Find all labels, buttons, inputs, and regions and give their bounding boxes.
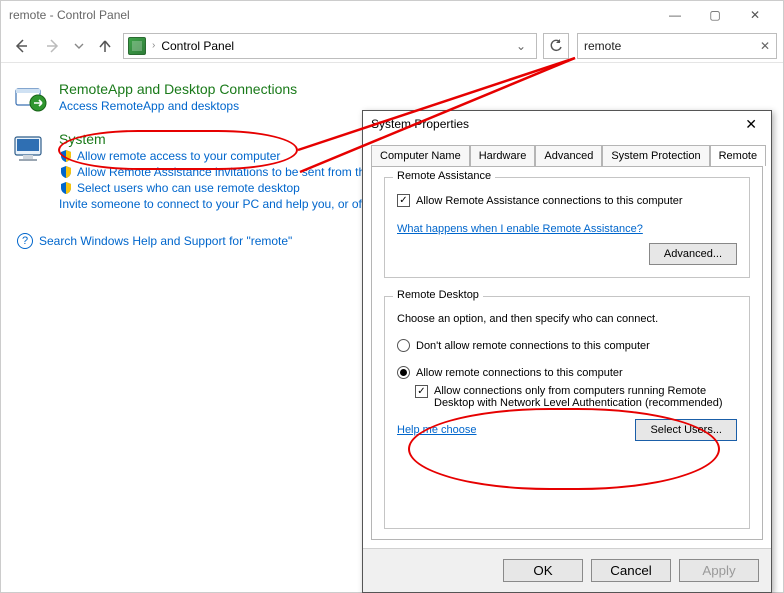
tab-hardware[interactable]: Hardware bbox=[470, 145, 536, 166]
address-dropdown[interactable]: ⌄ bbox=[510, 39, 532, 53]
arrow-right-icon bbox=[45, 38, 61, 54]
refresh-icon bbox=[549, 39, 563, 53]
dialog-close-button[interactable]: ✕ bbox=[739, 114, 763, 135]
radio-dont-allow[interactable] bbox=[397, 339, 410, 352]
ok-button[interactable]: OK bbox=[503, 559, 583, 582]
shield-icon bbox=[59, 149, 73, 163]
tab-computer-name[interactable]: Computer Name bbox=[371, 145, 470, 166]
dialog-titlebar: System Properties ✕ bbox=[363, 111, 771, 137]
cancel-button[interactable]: Cancel bbox=[591, 559, 671, 582]
select-users-button[interactable]: Select Users... bbox=[635, 419, 737, 441]
radio-allow-label: Allow remote connections to this compute… bbox=[416, 367, 623, 379]
link-what-happens[interactable]: What happens when I enable Remote Assist… bbox=[397, 223, 643, 235]
minimize-button[interactable]: — bbox=[655, 3, 695, 27]
tab-advanced[interactable]: Advanced bbox=[535, 145, 602, 166]
window-titlebar: remote - Control Panel — ▢ ✕ bbox=[1, 1, 783, 29]
group-legend: Remote Assistance bbox=[393, 170, 495, 182]
dialog-tabs: Computer Name Hardware Advanced System P… bbox=[363, 137, 771, 166]
shield-icon bbox=[59, 181, 73, 195]
system-icon bbox=[13, 131, 47, 165]
maximize-button[interactable]: ▢ bbox=[695, 3, 735, 27]
arrow-left-icon bbox=[13, 38, 29, 54]
help-hint-text: Search Windows Help and Support for "rem… bbox=[39, 234, 292, 248]
chevron-down-icon bbox=[74, 41, 84, 51]
group-remote-desktop: Remote Desktop Choose an option, and the… bbox=[384, 296, 750, 529]
link-allow-remote[interactable]: Allow remote access to your computer bbox=[77, 149, 280, 163]
tab-system-protection[interactable]: System Protection bbox=[602, 145, 709, 166]
recent-dropdown[interactable] bbox=[71, 33, 87, 59]
chevron-right-icon: › bbox=[152, 40, 155, 51]
checkbox-nla[interactable]: ✓ bbox=[415, 385, 428, 398]
radio-allow[interactable] bbox=[397, 366, 410, 379]
refresh-button[interactable] bbox=[543, 33, 569, 59]
forward-button[interactable] bbox=[39, 33, 67, 59]
up-button[interactable] bbox=[91, 33, 119, 59]
window-title: remote - Control Panel bbox=[9, 8, 130, 22]
rd-instruction: Choose an option, and then specify who c… bbox=[397, 313, 737, 325]
result-sublink[interactable]: Access RemoteApp and desktops bbox=[59, 99, 297, 113]
checkbox-allow-ra[interactable]: ✓ bbox=[397, 194, 410, 207]
group-remote-assistance: Remote Assistance ✓ Allow Remote Assista… bbox=[384, 177, 750, 278]
back-button[interactable] bbox=[7, 33, 35, 59]
advanced-button[interactable]: Advanced... bbox=[649, 243, 737, 265]
checkbox-allow-ra-label: Allow Remote Assistance connections to t… bbox=[416, 195, 683, 207]
address-bar[interactable]: › Control Panel ⌄ bbox=[123, 33, 537, 59]
group-legend: Remote Desktop bbox=[393, 289, 483, 301]
result-title[interactable]: RemoteApp and Desktop Connections bbox=[59, 81, 297, 97]
remoteapp-icon bbox=[13, 81, 47, 115]
dialog-content: Remote Assistance ✓ Allow Remote Assista… bbox=[371, 166, 763, 540]
checkbox-nla-label: Allow connections only from computers ru… bbox=[434, 385, 734, 409]
toolbar: › Control Panel ⌄ remote ✕ bbox=[1, 29, 783, 63]
breadcrumb[interactable]: Control Panel bbox=[161, 39, 234, 53]
tab-remote[interactable]: Remote bbox=[710, 145, 767, 166]
link-help-me-choose[interactable]: Help me choose bbox=[397, 424, 477, 436]
dialog-title: System Properties bbox=[371, 117, 469, 131]
search-input[interactable]: remote ✕ bbox=[577, 33, 777, 59]
close-button[interactable]: ✕ bbox=[735, 3, 775, 27]
radio-dont-allow-label: Don't allow remote connections to this c… bbox=[416, 340, 650, 352]
help-icon: ? bbox=[17, 233, 33, 249]
control-panel-icon bbox=[128, 37, 146, 55]
link-select-users[interactable]: Select users who can use remote desktop bbox=[77, 181, 300, 195]
system-properties-dialog: System Properties ✕ Computer Name Hardwa… bbox=[362, 110, 772, 593]
dialog-buttonbar: OK Cancel Apply bbox=[363, 548, 771, 592]
clear-search-icon[interactable]: ✕ bbox=[760, 39, 770, 53]
search-query: remote bbox=[584, 39, 760, 53]
apply-button[interactable]: Apply bbox=[679, 559, 759, 582]
shield-icon bbox=[59, 165, 73, 179]
arrow-up-icon bbox=[97, 38, 113, 54]
